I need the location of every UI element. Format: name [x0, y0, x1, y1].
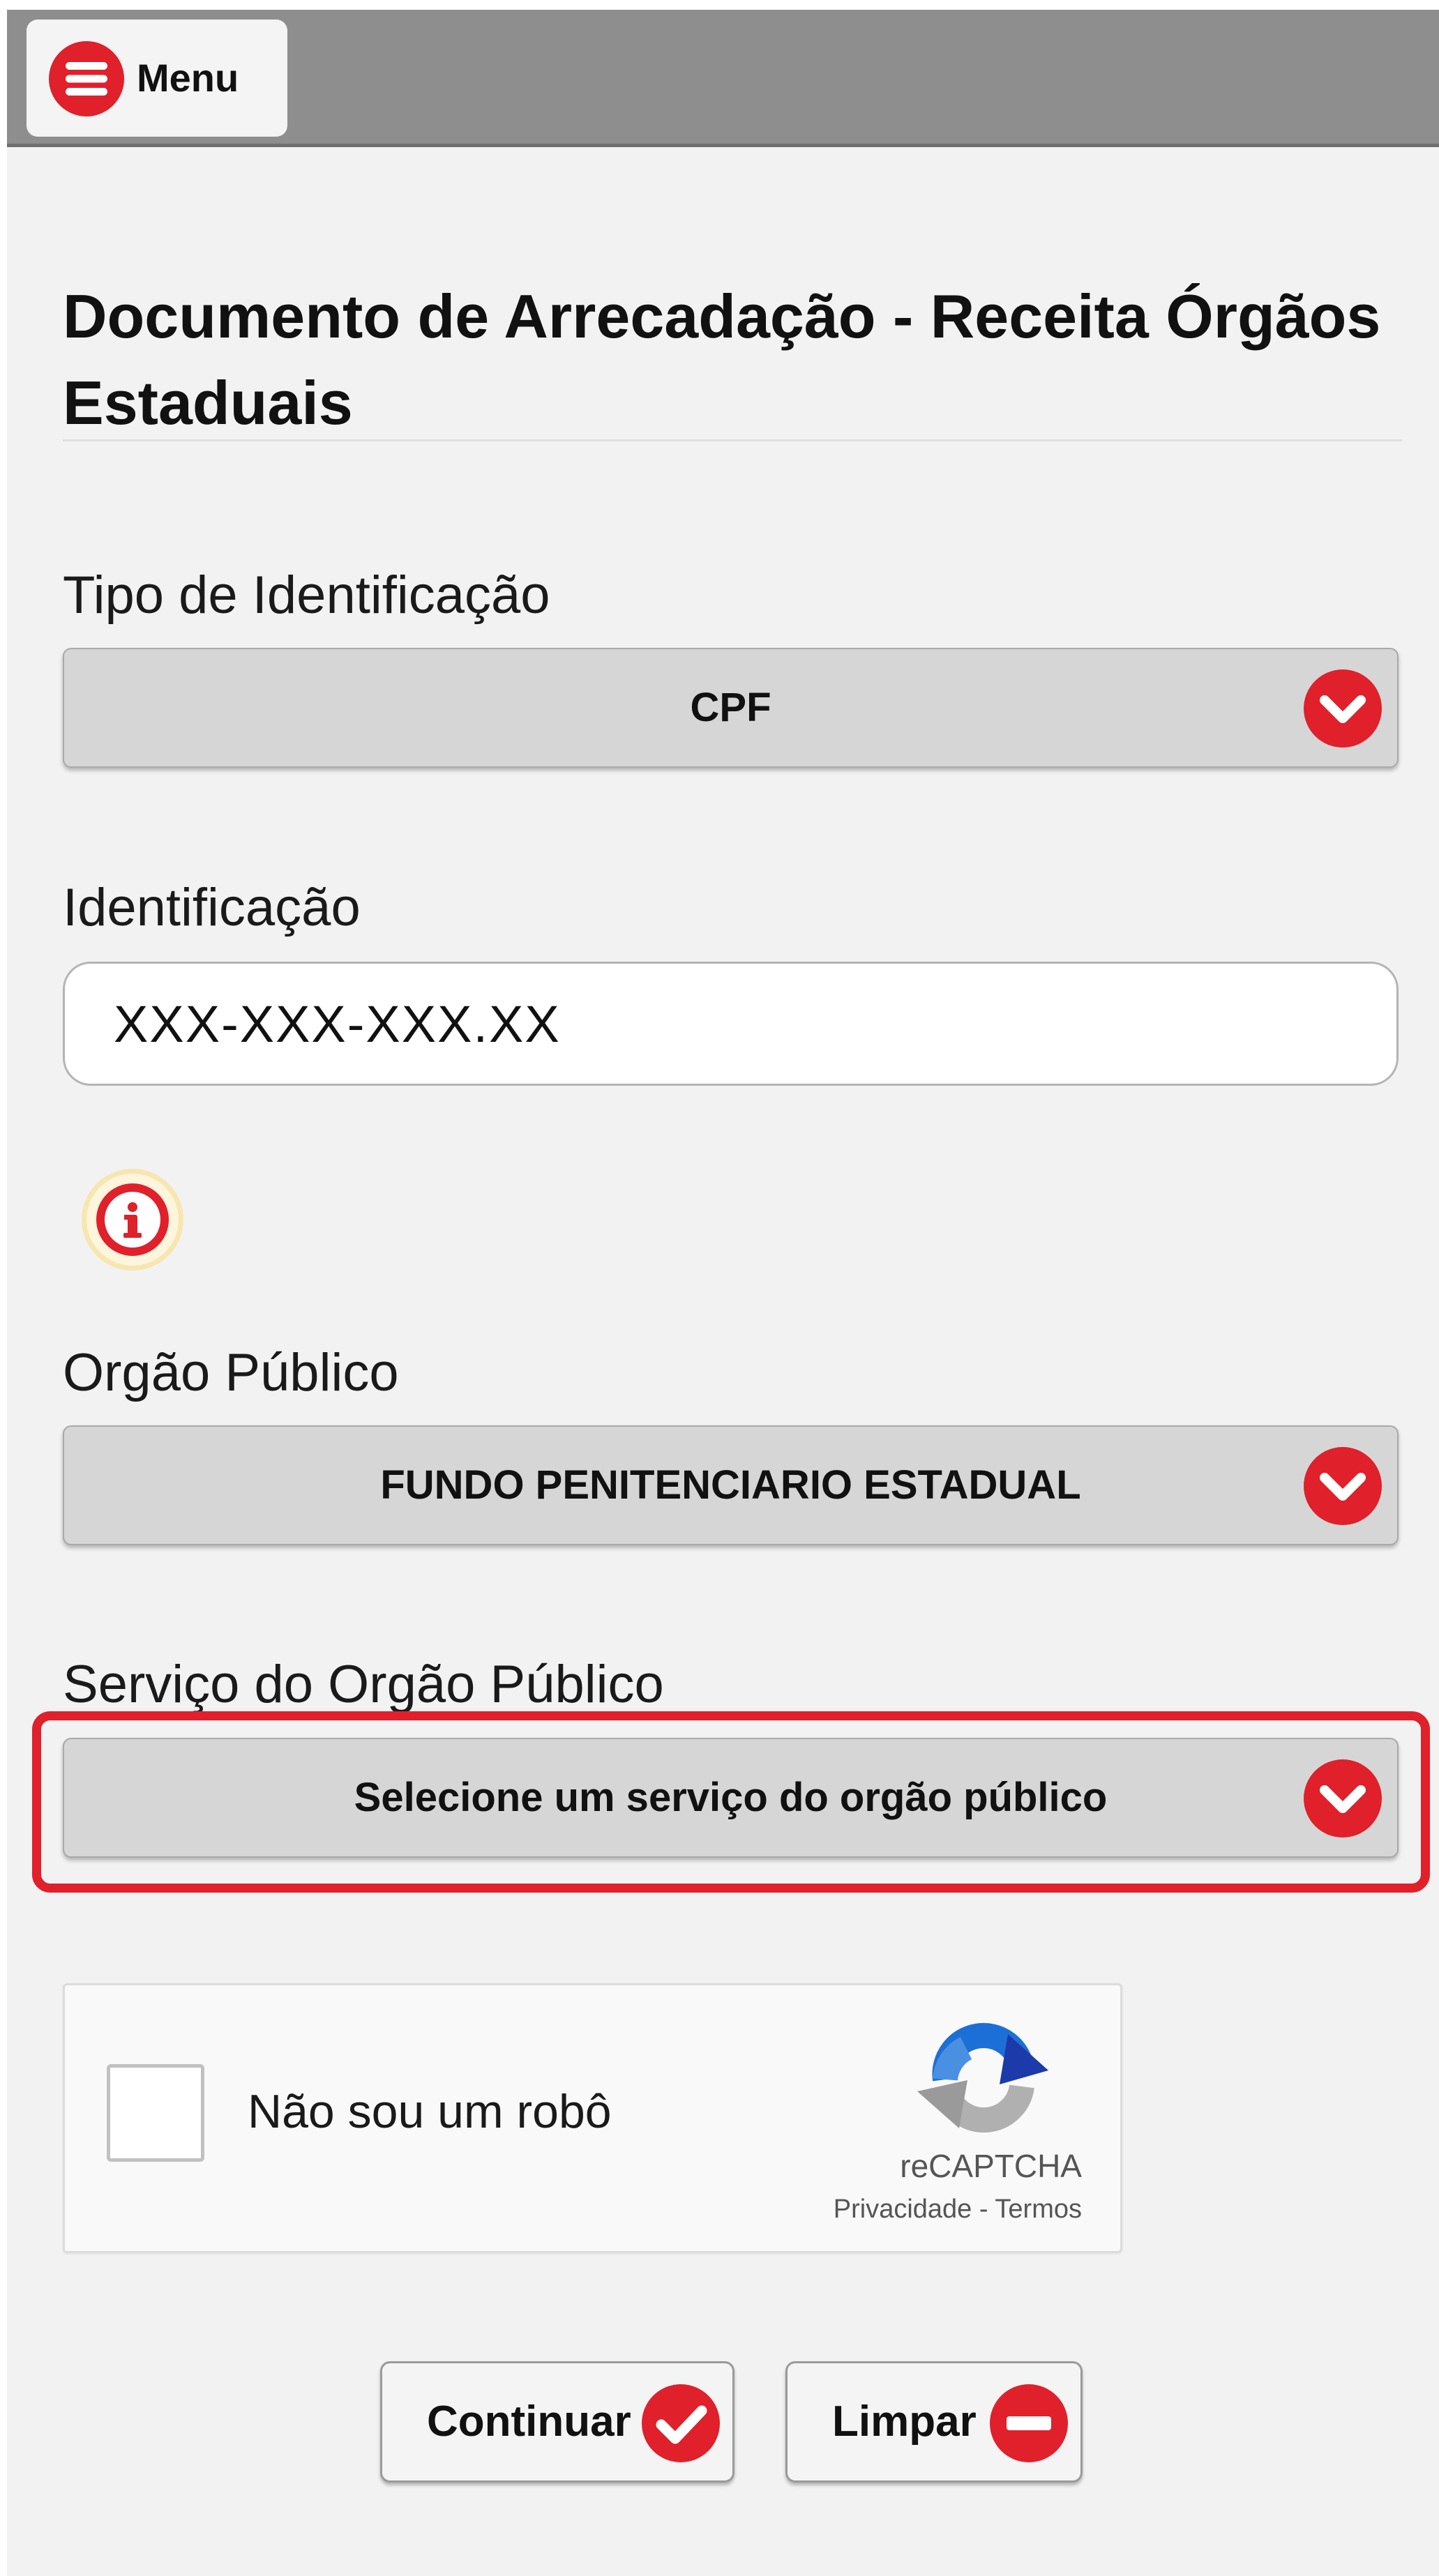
recaptcha-checkbox[interactable] [107, 2064, 204, 2162]
orgao-publico-select[interactable]: FUNDO PENITENCIARIO ESTADUAL [63, 1425, 1399, 1545]
title-divider [63, 439, 1402, 441]
chevron-down-icon [1304, 1447, 1382, 1525]
orgao-publico-label: Orgão Público [63, 1343, 399, 1402]
servico-orgao-select[interactable]: Selecione um serviço do orgão público [63, 1738, 1399, 1858]
recaptcha-privacy-link[interactable]: Privacidade [834, 2195, 972, 2224]
menu-label: Menu [137, 56, 239, 100]
check-icon [642, 2384, 720, 2462]
menu-button[interactable]: Menu [27, 20, 287, 137]
tipo-identificacao-value: CPF [690, 685, 771, 730]
recaptcha-brand: reCAPTCHA [900, 2148, 1082, 2184]
recaptcha-logo-icon [917, 2023, 1048, 2133]
clear-label: Limpar [832, 2397, 977, 2446]
recaptcha-widget: Não sou um robô reCAPTCHA Privacidade - … [63, 1983, 1122, 2253]
identificacao-input[interactable] [63, 962, 1399, 1086]
servico-orgao-value: Selecione um serviço do orgão público [354, 1775, 1108, 1820]
recaptcha-label: Não sou um robô [248, 2085, 612, 2138]
recaptcha-terms-link[interactable]: Termos [995, 2195, 1082, 2224]
recaptcha-link-separator: - [972, 2195, 995, 2224]
servico-orgao-label: Serviço do Orgão Público [63, 1655, 664, 1714]
page-title: Documento de Arrecadação - Receita Órgão… [63, 282, 1381, 437]
menu-icon [49, 41, 124, 116]
chevron-down-icon [1304, 669, 1382, 748]
orgao-publico-value: FUNDO PENITENCIARIO ESTADUAL [380, 1462, 1081, 1508]
tipo-identificacao-select[interactable]: CPF [63, 648, 1399, 768]
recaptcha-links: Privacidade - Termos [834, 2195, 1082, 2225]
identificacao-label: Identificação [63, 878, 361, 937]
continue-label: Continuar [427, 2397, 631, 2446]
clear-button[interactable]: Limpar [785, 2361, 1083, 2483]
tipo-identificacao-label: Tipo de Identificação [63, 566, 550, 625]
info-icon[interactable] [80, 1167, 185, 1272]
page: Menu Documento de Arrecadação - Receita … [7, 10, 1439, 2576]
top-bar: Menu [7, 10, 1439, 147]
continue-button[interactable]: Continuar [380, 2361, 734, 2483]
chevron-down-icon [1304, 1759, 1382, 1838]
minus-icon [990, 2384, 1068, 2462]
